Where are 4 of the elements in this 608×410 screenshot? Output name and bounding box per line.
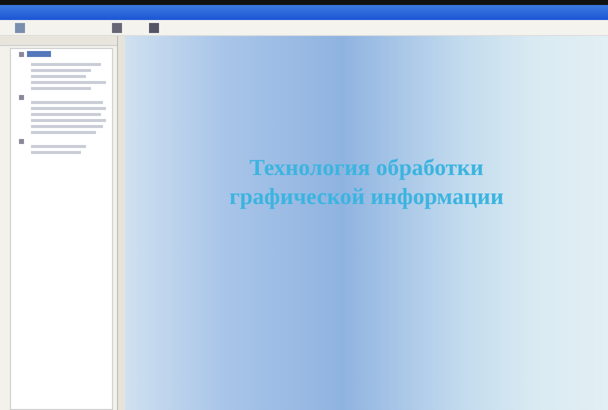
toolbar-icon[interactable] (111, 22, 123, 34)
slide-title: Технология обработки графической информации (228, 154, 505, 211)
toolbar-icon[interactable] (148, 22, 160, 34)
toolbar-icon[interactable] (14, 22, 26, 34)
